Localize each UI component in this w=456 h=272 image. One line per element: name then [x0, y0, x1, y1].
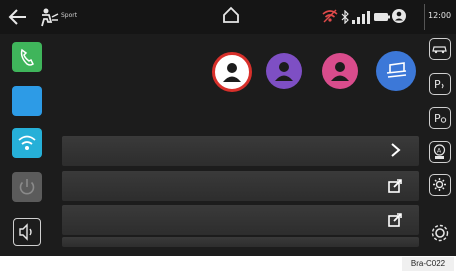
drive-mode-label: Sport [61, 12, 78, 19]
svg-text:P: P [434, 112, 441, 125]
edit-icon[interactable] [387, 212, 403, 228]
battery-icon [374, 13, 390, 21]
power-app-icon[interactable] [12, 172, 42, 202]
signal-icon [352, 11, 370, 24]
car-icon[interactable] [429, 38, 451, 60]
profile-1[interactable] [212, 52, 252, 92]
park-assist-icon[interactable]: P [429, 73, 451, 95]
profile-guest[interactable] [376, 51, 416, 91]
svg-text:P: P [434, 78, 441, 91]
blank-app-icon[interactable] [12, 86, 42, 116]
settings-row[interactable] [62, 136, 419, 166]
drive-mode-icon[interactable] [38, 6, 60, 28]
image-caption: Bra-C022 [402, 257, 454, 271]
bluetooth-icon [341, 10, 349, 24]
status-bar: Sport 12:00 [0, 0, 456, 34]
infotainment-screen: Sport 12:00 P P A [0, 0, 456, 256]
wifi-warning-icon [322, 9, 338, 23]
settings-row[interactable] [62, 205, 419, 235]
wifi-app-icon[interactable] [12, 128, 42, 158]
phone-app-icon[interactable] [12, 42, 42, 72]
auto-off-icon[interactable]: A [429, 141, 451, 163]
park-view-icon[interactable]: P [429, 107, 451, 129]
home-icon[interactable] [222, 6, 240, 24]
volume-icon[interactable] [13, 218, 41, 246]
chevron-right-icon[interactable] [387, 142, 403, 158]
user-icon [392, 9, 406, 23]
profile-3[interactable] [322, 53, 358, 89]
settings-row-partial [62, 237, 419, 247]
settings-small-icon[interactable] [429, 174, 451, 196]
edit-icon[interactable] [387, 178, 403, 194]
profile-2[interactable] [266, 53, 302, 89]
settings-row[interactable] [62, 171, 419, 201]
gear-icon[interactable] [429, 222, 451, 244]
status-divider [424, 4, 425, 30]
svg-text:A: A [437, 148, 442, 155]
clock: 12:00 [428, 11, 452, 20]
back-arrow-icon[interactable] [8, 8, 28, 26]
